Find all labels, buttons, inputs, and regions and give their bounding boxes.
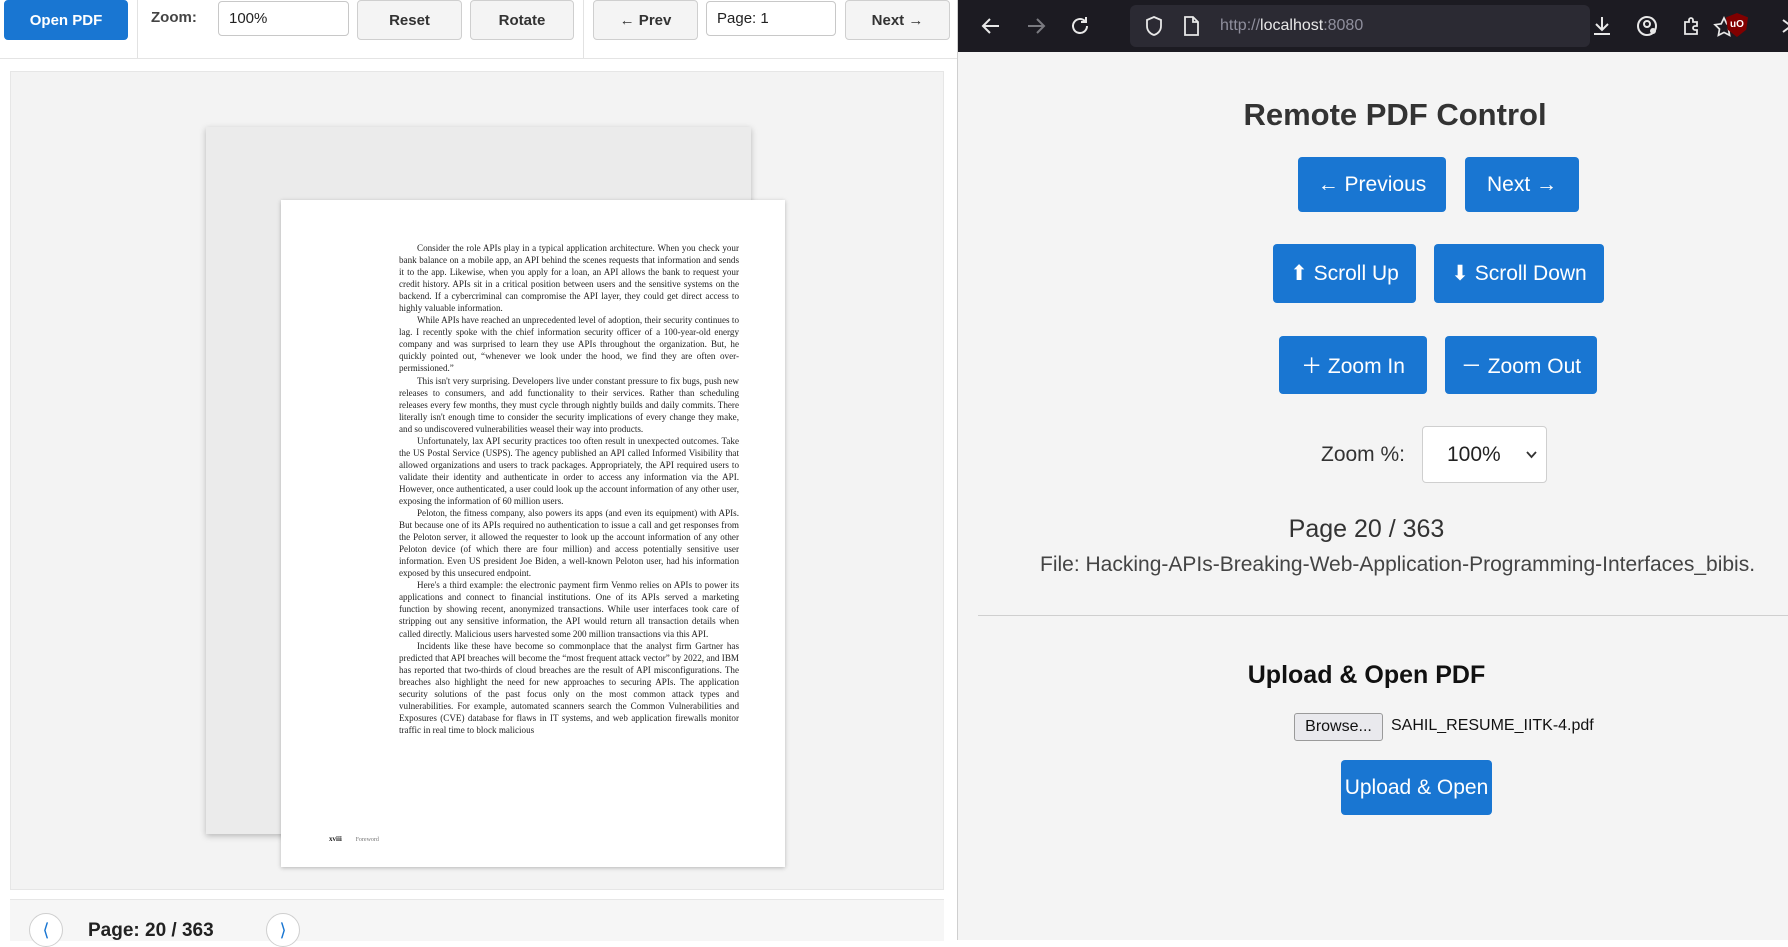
pdf-paragraph: Consider the role APIs play in a typical… <box>399 243 739 314</box>
pdf-paragraph: Unfortunately, lax API security practice… <box>399 435 739 506</box>
shield-icon[interactable] <box>1144 15 1164 37</box>
pdf-page-number: xviii <box>329 835 342 843</box>
browser-toolbar: http://localhost:8080 uO <box>958 0 1788 52</box>
reload-icon[interactable] <box>1068 14 1092 38</box>
pdf-paragraph: Here's a third example: the electronic p… <box>399 580 739 639</box>
url-bar[interactable]: http://localhost:8080 <box>1130 5 1735 47</box>
scroll-down-button[interactable]: ⬇ Scroll Down <box>1434 244 1604 303</box>
chosen-file-name: SAHIL_RESUME_IITK-4.pdf <box>1391 717 1594 734</box>
browse-file-button[interactable]: Browse... <box>1294 713 1383 741</box>
extensions-puzzle-icon[interactable] <box>1680 14 1704 38</box>
overflow-menu-icon[interactable] <box>1776 14 1788 38</box>
pdf-page-text: Consider the role APIs play in a typical… <box>399 242 739 736</box>
bottom-next-button[interactable]: ⟩ <box>266 913 300 947</box>
toolbar-separator <box>137 0 138 58</box>
previous-button[interactable]: ← Previous <box>1298 157 1446 212</box>
chevron-down-icon <box>1526 451 1537 459</box>
pdf-page: Consider the role APIs play in a typical… <box>281 200 785 867</box>
zoom-percent-label: Zoom %: <box>1321 443 1406 466</box>
pdf-paragraph: Peloton, the fitness company, also power… <box>399 508 739 579</box>
zoom-in-button[interactable]: ＋ Zoom In <box>1279 336 1427 394</box>
zoom-select-value: 100% <box>1447 443 1501 466</box>
account-icon[interactable] <box>1635 14 1659 38</box>
rotate-button[interactable]: Rotate <box>470 0 574 40</box>
back-arrow-icon[interactable] <box>979 14 1003 38</box>
browser-window: http://localhost:8080 uO Remote PDF Cont… <box>957 0 1788 940</box>
pdf-section-label: Foreword <box>355 837 379 843</box>
next-page-button[interactable]: Next → <box>845 0 950 40</box>
forward-arrow-icon[interactable] <box>1024 14 1048 38</box>
prev-page-button[interactable]: ← Prev <box>593 0 698 40</box>
bottom-prev-button[interactable]: ⟨ <box>29 913 63 947</box>
pdf-paragraph: Incidents like these have become so comm… <box>399 640 739 735</box>
pdf-paragraph: This isn't very surprising. Developers l… <box>399 375 739 434</box>
page-title: Remote PDF Control <box>1243 97 1547 132</box>
remote-control-page: Remote PDF Control ← Previous Next → ⬆ S… <box>958 52 1788 940</box>
scroll-up-button[interactable]: ⬆ Scroll Up <box>1273 244 1416 303</box>
section-divider <box>978 615 1788 616</box>
pdf-paragraph: While APIs have reached an unprecedented… <box>399 315 739 374</box>
viewer-toolbar: Open PDF Zoom: 100% Reset Rotate ← Prev … <box>0 0 957 59</box>
bottom-page-indicator: Page: 20 / 363 <box>88 920 214 941</box>
current-file-name: File: Hacking-APIs-Breaking-Web-Applicat… <box>1040 553 1756 576</box>
download-icon[interactable] <box>1590 14 1614 38</box>
pdf-page-footer: xviii Foreword <box>329 835 379 843</box>
page-status: Page 20 / 363 <box>1288 515 1445 543</box>
open-pdf-button[interactable]: Open PDF <box>4 0 128 40</box>
pdf-canvas-area[interactable]: Consider the role APIs play in a typical… <box>10 71 944 890</box>
next-button[interactable]: Next → <box>1465 157 1579 212</box>
url-text[interactable]: http://localhost:8080 <box>1220 17 1363 35</box>
reset-button[interactable]: Reset <box>357 0 462 40</box>
zoom-out-button[interactable]: － Zoom Out <box>1445 336 1597 394</box>
pdf-viewer-app: Open PDF Zoom: 100% Reset Rotate ← Prev … <box>0 0 957 947</box>
upload-open-button[interactable]: Upload & Open <box>1341 760 1492 815</box>
zoom-input[interactable]: 100% <box>218 1 349 36</box>
toolbar-separator <box>583 0 584 58</box>
zoom-label: Zoom: <box>151 9 197 26</box>
upload-section-title: Upload & Open PDF <box>1247 661 1486 689</box>
zoom-select[interactable]: 100% <box>1422 426 1547 483</box>
viewer-bottom-bar: ⟨ Page: 20 / 363 ⟩ <box>10 899 944 947</box>
page-info-icon[interactable] <box>1182 15 1200 37</box>
page-input[interactable]: Page: 1 <box>706 1 836 36</box>
